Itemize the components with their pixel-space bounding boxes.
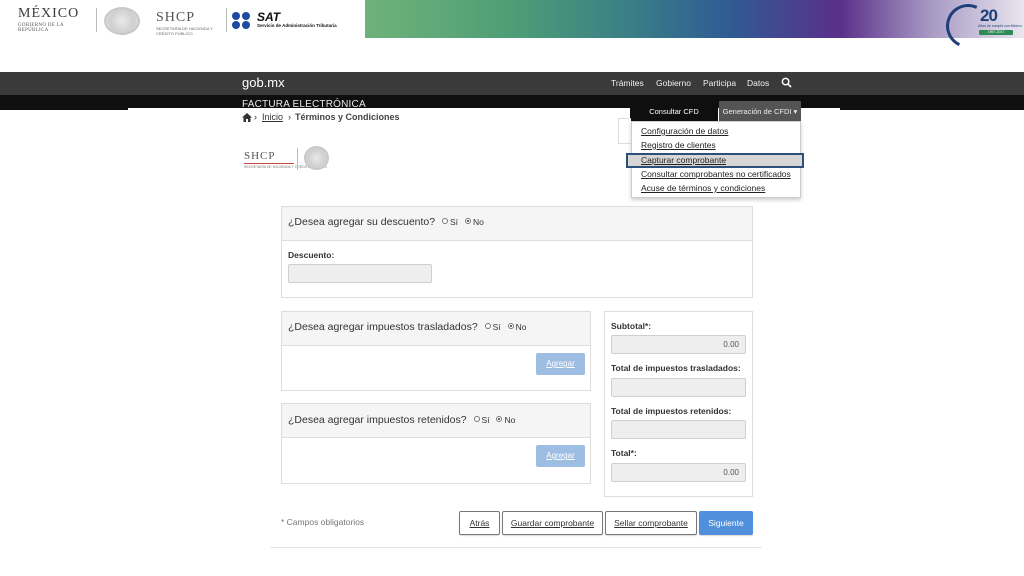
sat-logo-subtext: Servicio de Administración Tributaria bbox=[257, 23, 337, 28]
traslados-panel-header: ¿Desea agregar impuestos trasladados? Sí… bbox=[282, 312, 590, 346]
gobmx-navbar: gob.mx Trámites Gobierno Participa Datos bbox=[0, 72, 1024, 95]
banner-decorative-gradient bbox=[365, 0, 1024, 38]
anniversary-number: 20 bbox=[980, 6, 998, 25]
shcp-logo: SHCP SECRETARÍA DE HACIENDA Y CRÉDITO PÚ… bbox=[156, 10, 222, 36]
subtotal-field: 0.00 bbox=[611, 335, 746, 354]
logo-divider bbox=[226, 8, 227, 32]
app-subheader: FACTURA ELECTRÓNICA bbox=[0, 95, 1024, 110]
traslados-option-si: Sí bbox=[492, 322, 501, 332]
traslados-option-no: No bbox=[515, 322, 527, 332]
logo-divider bbox=[297, 148, 298, 170]
national-seal-icon bbox=[104, 7, 140, 35]
descuento-question: ¿Desea agregar su descuento? Sí No bbox=[288, 216, 484, 228]
atras-button[interactable]: Atrás bbox=[459, 511, 500, 535]
anniversary-years: 1997-2017 bbox=[987, 30, 1005, 34]
descuento-radio-si[interactable] bbox=[442, 218, 449, 224]
tab-consultar-cfd[interactable]: Consultar CFD bbox=[630, 101, 718, 121]
anniversary-text: Años de cumplir con México bbox=[978, 24, 1022, 28]
mexico-logo-subtext: GOBIERNO DE LA REPÚBLICA bbox=[18, 23, 64, 33]
retenidos-total-label: Total de impuestos retenidos: bbox=[611, 406, 732, 416]
required-fields-note: * Campos obligatorios bbox=[281, 517, 365, 527]
descuento-panel: ¿Desea agregar su descuento? Sí No Descu… bbox=[281, 206, 753, 298]
search-icon[interactable] bbox=[781, 77, 792, 88]
traslados-radio-no[interactable] bbox=[507, 323, 514, 329]
mexico-government-logo: MÉXICO GOBIERNO DE LA REPÚBLICA bbox=[18, 6, 88, 33]
agregar-traslado-button[interactable]: Agregar bbox=[536, 353, 585, 375]
menu-item-configuracion-datos[interactable]: Configuración de datos bbox=[641, 126, 728, 136]
descuento-panel-header: ¿Desea agregar su descuento? Sí No bbox=[282, 207, 752, 241]
breadcrumb-separator: › bbox=[254, 112, 257, 122]
subheader-edge bbox=[0, 108, 128, 110]
descuento-question-text: ¿Desea agregar su descuento? bbox=[288, 216, 436, 228]
shcp-logo-subtext: SECRETARÍA DE HACIENDA Y CRÉDITO PÚBLICO bbox=[156, 26, 213, 36]
nav-item-participa[interactable]: Participa bbox=[703, 78, 736, 88]
breadcrumb-current: Términos y Condiciones bbox=[295, 112, 400, 122]
traslados-panel: ¿Desea agregar impuestos trasladados? Sí… bbox=[281, 311, 591, 391]
sellar-comprobante-button[interactable]: Sellar comprobante bbox=[605, 511, 697, 535]
anniversary-years-bar: 1997-2017 bbox=[979, 30, 1013, 35]
menu-item-acuse-terminos[interactable]: Acuse de términos y condiciones bbox=[641, 183, 765, 193]
menu-item-capturar-comprobante[interactable]: Capturar comprobante bbox=[641, 155, 726, 165]
retenidos-radio-si[interactable] bbox=[473, 416, 480, 422]
mexico-logo-text: MÉXICO bbox=[18, 6, 80, 21]
traslados-question: ¿Desea agregar impuestos trasladados? Sí… bbox=[288, 321, 526, 333]
national-seal-icon bbox=[304, 146, 329, 170]
descuento-option-no: No bbox=[472, 217, 484, 227]
retenidos-question-text: ¿Desea agregar impuestos retenidos? bbox=[288, 414, 467, 426]
nav-item-tramites[interactable]: Trámites bbox=[611, 78, 644, 88]
menu-item-consultar-no-certificados[interactable]: Consultar comprobantes no certificados bbox=[641, 169, 791, 179]
traslados-question-text: ¿Desea agregar impuestos trasladados? bbox=[288, 321, 478, 333]
generacion-cfdi-dropdown: Configuración de datos Registro de clien… bbox=[626, 121, 804, 198]
logo-divider bbox=[96, 8, 97, 32]
dropdown-shadow-edge bbox=[618, 118, 631, 144]
app-title: FACTURA ELECTRÓNICA bbox=[242, 99, 366, 110]
subtotal-label: Subtotal*: bbox=[611, 321, 652, 331]
descuento-option-si: Sí bbox=[450, 217, 459, 227]
retenidos-option-si: Sí bbox=[481, 415, 490, 425]
home-icon[interactable] bbox=[242, 113, 252, 122]
descuento-input[interactable] bbox=[288, 264, 432, 283]
retenidos-panel-header: ¿Desea agregar impuestos retenidos? Sí N… bbox=[282, 404, 590, 438]
nav-item-gobierno[interactable]: Gobierno bbox=[656, 78, 691, 88]
totals-panel: Subtotal*: 0.00 Total de impuestos trasl… bbox=[604, 311, 753, 497]
sat-dots-icon bbox=[232, 12, 254, 30]
gobmx-brand-link[interactable]: gob.mx bbox=[242, 75, 285, 90]
sat-logo: SAT Servicio de Administración Tributari… bbox=[232, 10, 356, 32]
subheader-edge bbox=[840, 108, 1024, 110]
agregar-retencion-button[interactable]: Agregar bbox=[536, 445, 585, 467]
total-label: Total*: bbox=[611, 448, 637, 458]
retenidos-option-no: No bbox=[504, 415, 516, 425]
breadcrumb-inicio-link[interactable]: Inicio bbox=[262, 112, 283, 122]
traslados-total-label: Total de impuestos trasladados: bbox=[611, 363, 741, 373]
retenidos-panel: ¿Desea agregar impuestos retenidos? Sí N… bbox=[281, 403, 591, 484]
siguiente-button[interactable]: Siguiente bbox=[699, 511, 753, 535]
breadcrumb-separator: › bbox=[288, 112, 291, 122]
retenidos-question: ¿Desea agregar impuestos retenidos? Sí N… bbox=[288, 414, 515, 426]
descuento-radio-no[interactable] bbox=[464, 218, 471, 224]
anniversary-logo: 20 Años de cumplir con México 1997-2017 bbox=[939, 0, 1022, 55]
institutional-banner: MÉXICO GOBIERNO DE LA REPÚBLICA SHCP SEC… bbox=[0, 0, 1024, 55]
logo-underline bbox=[244, 163, 294, 164]
retenidos-total-field bbox=[611, 420, 746, 439]
traslados-radio-si[interactable] bbox=[484, 323, 491, 329]
nav-item-datos[interactable]: Datos bbox=[747, 78, 769, 88]
sat-logo-text: SAT bbox=[257, 10, 281, 24]
menu-item-registro-clientes[interactable]: Registro de clientes bbox=[641, 140, 716, 150]
retenidos-radio-no[interactable] bbox=[496, 416, 503, 422]
shcp-logo-text: SHCP bbox=[156, 10, 196, 25]
footer-divider bbox=[270, 547, 762, 548]
tab-generacion-cfdi[interactable]: Generación de CFDI ▾ bbox=[719, 101, 801, 121]
traslados-total-field bbox=[611, 378, 746, 397]
descuento-label: Descuento: bbox=[288, 250, 335, 260]
total-field: 0.00 bbox=[611, 463, 746, 482]
guardar-comprobante-button[interactable]: Guardar comprobante bbox=[502, 511, 603, 535]
